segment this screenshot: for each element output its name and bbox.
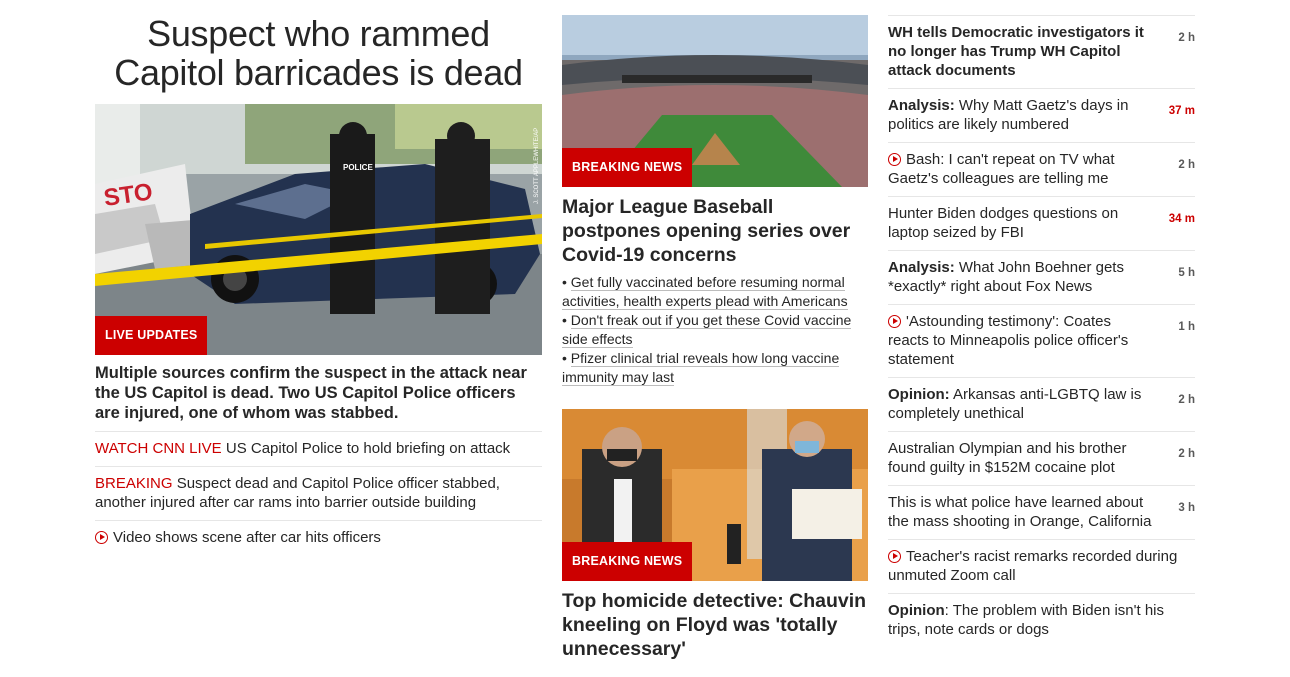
feed-item[interactable]: Bash: I can't repeat on TV what Gaetz's … bbox=[888, 142, 1195, 196]
feed-text: Hunter Biden dodges questions on laptop … bbox=[888, 205, 1119, 241]
feed-text: This is what police have learned about t… bbox=[888, 494, 1152, 530]
related-bullets: • Get fully vaccinated before resuming n… bbox=[562, 273, 868, 387]
play-video-icon bbox=[888, 550, 901, 563]
opinion-label: Opinion bbox=[888, 602, 945, 619]
timestamp: 2 h bbox=[1178, 159, 1195, 171]
play-video-icon bbox=[888, 153, 901, 166]
headline-feed: WH tells Democratic investigators it no … bbox=[888, 15, 1195, 647]
feed-item[interactable]: Analysis: Why Matt Gaetz's days in polit… bbox=[888, 88, 1195, 142]
feed-item[interactable]: Australian Olympian and his brother foun… bbox=[888, 431, 1195, 485]
play-video-icon bbox=[888, 315, 901, 328]
chauvin-trial-photo[interactable]: BREAKING NEWS bbox=[562, 409, 868, 581]
feed-text: 'Astounding testimony': Coates reacts to… bbox=[888, 313, 1129, 368]
mlb-headline[interactable]: Major League Baseball postpones opening … bbox=[562, 195, 868, 267]
link-text: Video shows scene after car hits officer… bbox=[113, 529, 381, 546]
timestamp: 2 h bbox=[1178, 448, 1195, 460]
bullet-link[interactable]: • Get fully vaccinated before resuming n… bbox=[562, 273, 868, 311]
feed-text: Australian Olympian and his brother foun… bbox=[888, 440, 1127, 476]
timestamp: 37 m bbox=[1168, 105, 1195, 117]
live-updates-badge[interactable]: LIVE UPDATES bbox=[95, 316, 208, 355]
feed-item[interactable]: Analysis: What John Boehner gets *exactl… bbox=[888, 250, 1195, 304]
list-item[interactable]: Video shows scene after car hits officer… bbox=[95, 520, 542, 555]
feed-item[interactable]: Opinion: The problem with Biden isn't hi… bbox=[888, 593, 1195, 647]
bullet-link[interactable]: • Pfizer clinical trial reveals how long… bbox=[562, 349, 868, 387]
lead-photo[interactable]: STO POLICE J. SCOTT APPLEWHITE/AP LIVE U… bbox=[95, 104, 542, 355]
timestamp: 1 h bbox=[1178, 321, 1195, 333]
mlb-photo[interactable]: BREAKING NEWS bbox=[562, 15, 868, 187]
chauvin-headline[interactable]: Top homicide detective: Chauvin kneeling… bbox=[562, 589, 868, 661]
breaking-news-badge[interactable]: BREAKING NEWS bbox=[562, 148, 693, 187]
lead-related-links: WATCH CNN LIVE US Capitol Police to hold… bbox=[95, 431, 542, 555]
svg-text:POLICE: POLICE bbox=[343, 163, 373, 172]
lead-summary[interactable]: Multiple sources confirm the suspect in … bbox=[95, 363, 542, 423]
opinion-label: Opinion: bbox=[888, 386, 950, 403]
feed-item[interactable]: This is what police have learned about t… bbox=[888, 485, 1195, 539]
list-item[interactable]: WATCH CNN LIVE US Capitol Police to hold… bbox=[95, 431, 542, 466]
timestamp: 2 h bbox=[1178, 394, 1195, 406]
breaking-label: BREAKING bbox=[95, 475, 173, 492]
lead-headline[interactable]: Suspect who rammed Capitol barricades is… bbox=[95, 14, 542, 92]
link-text: US Capitol Police to hold briefing on at… bbox=[221, 440, 511, 457]
timestamp: 2 h bbox=[1178, 32, 1195, 44]
lead-story: Suspect who rammed Capitol barricades is… bbox=[95, 0, 542, 555]
feed-text: Bash: I can't repeat on TV what Gaetz's … bbox=[888, 151, 1115, 187]
timestamp: 34 m bbox=[1168, 213, 1195, 225]
feed-item[interactable]: Teacher's racist remarks recorded during… bbox=[888, 539, 1195, 593]
analysis-label: Analysis: bbox=[888, 97, 955, 114]
breaking-news-badge[interactable]: BREAKING NEWS bbox=[562, 542, 693, 581]
feed-item[interactable]: Opinion: Arkansas anti-LGBTQ law is comp… bbox=[888, 377, 1195, 431]
list-item[interactable]: BREAKING Suspect dead and Capitol Police… bbox=[95, 466, 542, 520]
feed-item[interactable]: 'Astounding testimony': Coates reacts to… bbox=[888, 304, 1195, 377]
center-stories: BREAKING NEWS Major League Baseball post… bbox=[562, 0, 868, 667]
feed-text: Teacher's racist remarks recorded during… bbox=[888, 548, 1178, 584]
bullet-link[interactable]: • Don't freak out if you get these Covid… bbox=[562, 311, 868, 349]
feed-headline: WH tells Democratic investigators it no … bbox=[888, 24, 1144, 79]
timestamp: 3 h bbox=[1178, 502, 1195, 514]
photo-credit: J. SCOTT APPLEWHITE/AP bbox=[534, 128, 540, 204]
feed-item[interactable]: WH tells Democratic investigators it no … bbox=[888, 15, 1195, 88]
watch-live-label: WATCH CNN LIVE bbox=[95, 440, 222, 457]
play-video-icon bbox=[95, 531, 108, 544]
feed-item[interactable]: Hunter Biden dodges questions on laptop … bbox=[888, 196, 1195, 250]
timestamp: 5 h bbox=[1178, 267, 1195, 279]
analysis-label: Analysis: bbox=[888, 259, 955, 276]
